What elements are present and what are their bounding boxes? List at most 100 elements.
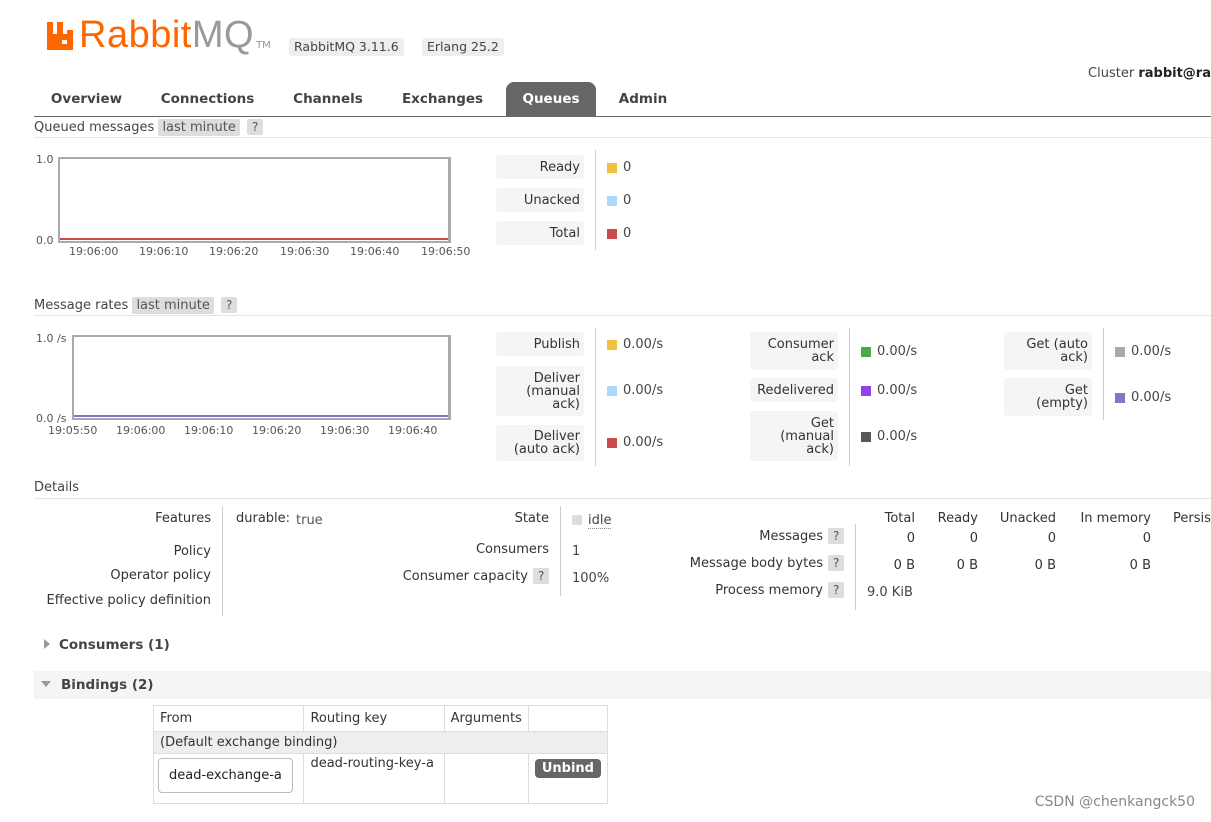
get-auto-rate: 0.00/s bbox=[1131, 344, 1172, 359]
redelivered-rate: 0.00/s bbox=[877, 383, 918, 398]
message-rates-header: Message rates last minute ? bbox=[34, 295, 1211, 316]
process-memory-label: Process memory bbox=[715, 583, 823, 598]
publish-swatch bbox=[607, 340, 617, 350]
get-empty-rate: 0.00/s bbox=[1131, 390, 1172, 405]
process-memory-value: 9.0 KiB bbox=[867, 585, 913, 600]
ready-swatch bbox=[607, 163, 617, 173]
messages-help[interactable]: ? bbox=[828, 528, 845, 544]
legend-publish-button[interactable]: Publish bbox=[496, 332, 584, 356]
tab-queues[interactable]: Queues bbox=[506, 82, 596, 116]
legend-unacked-button[interactable]: Unacked bbox=[496, 188, 584, 212]
process-memory-help[interactable]: ? bbox=[828, 582, 845, 598]
get-manual-swatch bbox=[861, 432, 871, 442]
messages-total: 0 bbox=[906, 531, 915, 546]
cluster-name: rabbit@ra bbox=[1138, 66, 1211, 81]
cluster-label: Cluster bbox=[1088, 66, 1135, 81]
caret-right-icon bbox=[44, 639, 50, 649]
get-auto-swatch bbox=[1115, 347, 1125, 357]
features-label: Features bbox=[155, 511, 211, 526]
body-bytes-help[interactable]: ? bbox=[828, 555, 845, 571]
x-tick-label: 19:06:10 bbox=[184, 424, 234, 437]
stats-header-in-memory: In memory bbox=[1080, 511, 1151, 526]
binding-from-exchange-link[interactable]: dead-exchange-a bbox=[158, 758, 293, 793]
deliver-manual-swatch bbox=[607, 386, 617, 396]
publish-rate: 0.00/s bbox=[623, 337, 664, 352]
erlang-version-badge: Erlang 25.2 bbox=[422, 38, 504, 56]
messages-unacked: 0 bbox=[1047, 531, 1056, 546]
message-rates-plot bbox=[74, 415, 448, 417]
policy-label: Policy bbox=[173, 544, 211, 559]
message-rates-range[interactable]: last minute bbox=[132, 297, 214, 314]
legend-deliver-auto-ack-button[interactable]: Deliver (auto ack) bbox=[496, 425, 584, 461]
messages-label: Messages bbox=[759, 529, 823, 544]
table-row: dead-exchange-a dead-routing-key-a Unbin… bbox=[152, 753, 609, 804]
x-tick-label: 19:05:50 bbox=[48, 424, 98, 437]
legend-get-auto-ack-button[interactable]: Get (auto ack) bbox=[1004, 332, 1092, 370]
tab-channels[interactable]: Channels bbox=[284, 82, 372, 116]
legend-total-button[interactable]: Total bbox=[496, 221, 584, 245]
unbind-button[interactable]: Unbind bbox=[534, 759, 601, 778]
default-exchange-binding: (Default exchange binding) bbox=[153, 731, 608, 754]
rabbitmq-logo[interactable]: RabbitMQ TM bbox=[45, 14, 271, 54]
queued-messages-help[interactable]: ? bbox=[247, 119, 264, 135]
queued-messages-range[interactable]: last minute bbox=[158, 119, 240, 136]
tab-exchanges[interactable]: Exchanges bbox=[394, 82, 491, 116]
legend-ready-button[interactable]: Ready bbox=[496, 155, 584, 179]
consumers-value: 1 bbox=[572, 544, 581, 559]
legend-redelivered-button[interactable]: Redelivered bbox=[750, 378, 838, 402]
unacked-value: 0 bbox=[623, 193, 632, 208]
operator-policy-label: Operator policy bbox=[110, 568, 211, 583]
durable-key: durable: bbox=[236, 511, 291, 526]
legend-deliver-manual-ack-button[interactable]: Deliver (manual ack) bbox=[496, 366, 584, 416]
binding-arguments bbox=[443, 753, 529, 804]
total-value: 0 bbox=[623, 226, 632, 241]
caret-down-icon bbox=[41, 681, 51, 687]
messages-in-memory: 0 bbox=[1142, 531, 1151, 546]
x-tick-label: 19:06:00 bbox=[116, 424, 166, 437]
state-value[interactable]: idle bbox=[588, 513, 612, 529]
queued-messages-plot bbox=[60, 238, 448, 240]
body-bytes-total: 0 B bbox=[893, 558, 915, 573]
legend-consumer-ack-button[interactable]: Consumer ack bbox=[750, 332, 838, 370]
bindings-section-title: Bindings (2) bbox=[61, 677, 154, 693]
message-rates-chart bbox=[72, 335, 451, 420]
tab-connections[interactable]: Connections bbox=[154, 82, 261, 116]
tab-overview[interactable]: Overview bbox=[40, 82, 133, 116]
deliver-auto-rate: 0.00/s bbox=[623, 435, 664, 450]
y-tick-label: 1.0 bbox=[36, 153, 54, 166]
x-tick-label: 19:06:30 bbox=[280, 245, 330, 258]
consumers-label: Consumers bbox=[475, 542, 549, 557]
durable-value: true bbox=[296, 513, 323, 528]
legend-divider bbox=[595, 150, 596, 250]
effective-policy-label: Effective policy definition bbox=[46, 593, 211, 608]
tab-admin[interactable]: Admin bbox=[612, 82, 674, 116]
unacked-swatch bbox=[607, 196, 617, 206]
consumers-section-toggle[interactable]: Consumers (1) bbox=[34, 631, 1211, 659]
consumer-capacity-value: 100% bbox=[572, 571, 610, 586]
queued-messages-header: Queued messages last minute ? bbox=[34, 117, 1211, 138]
message-rates-help[interactable]: ? bbox=[221, 297, 238, 313]
legend-get-empty-button[interactable]: Get (empty) bbox=[1004, 378, 1092, 416]
queued-messages-title: Queued messages bbox=[34, 120, 155, 135]
rabbit-logo-icon bbox=[47, 22, 73, 50]
binding-action-cell: Unbind bbox=[527, 753, 609, 804]
x-tick-label: 19:06:30 bbox=[320, 424, 370, 437]
details-divider bbox=[855, 524, 856, 610]
bindings-section-toggle[interactable]: Bindings (2) bbox=[34, 671, 1211, 699]
legend-get-manual-ack-button[interactable]: Get (manual ack) bbox=[750, 411, 838, 461]
legend-divider bbox=[1103, 328, 1104, 420]
consumers-section-title: Consumers (1) bbox=[59, 637, 170, 653]
cluster-info: Cluster rabbit@ra bbox=[1088, 66, 1211, 81]
column-header-action bbox=[527, 705, 609, 732]
column-header-routing-key: Routing key bbox=[303, 705, 445, 732]
legend-divider bbox=[595, 328, 596, 466]
total-swatch bbox=[607, 229, 617, 239]
stats-header-unacked: Unacked bbox=[999, 511, 1056, 526]
x-tick-label: 19:06:50 bbox=[421, 245, 471, 258]
stats-header-ready: Ready bbox=[937, 511, 978, 526]
table-row: (Default exchange binding) bbox=[153, 731, 608, 754]
logo-trademark: TM bbox=[256, 40, 271, 51]
message-rates-title: Message rates bbox=[34, 298, 129, 313]
consumer-capacity-help[interactable]: ? bbox=[533, 568, 550, 584]
watermark-text: CSDN @chenkangck50 bbox=[1034, 794, 1195, 810]
